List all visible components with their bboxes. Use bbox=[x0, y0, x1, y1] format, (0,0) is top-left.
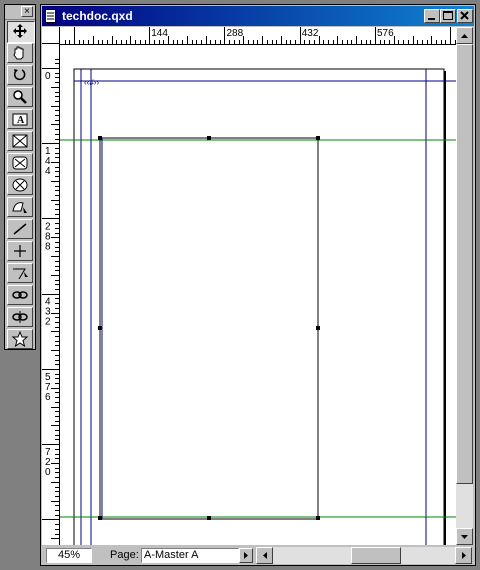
minimize-icon bbox=[428, 18, 435, 20]
rect-picture-box-icon bbox=[12, 134, 28, 148]
vertical-ruler-label: 2 bbox=[45, 317, 51, 328]
bezier-picture-box-tool-button[interactable] bbox=[7, 197, 33, 217]
horizontal-scroll-thumb[interactable] bbox=[351, 547, 401, 564]
document-icon bbox=[45, 9, 56, 23]
vertical-ruler-label: 6 bbox=[45, 392, 51, 403]
link-icon bbox=[12, 291, 28, 299]
magnifier-icon bbox=[13, 90, 27, 104]
page-label: Page: bbox=[110, 549, 139, 561]
vertical-ruler-label: 8 bbox=[45, 241, 51, 252]
vertical-scrollbar[interactable] bbox=[456, 27, 473, 545]
line-tool-button[interactable] bbox=[7, 219, 33, 239]
content-tool-button[interactable] bbox=[7, 43, 33, 63]
handle-bottom-middle[interactable] bbox=[207, 516, 211, 520]
star-icon bbox=[11, 331, 29, 347]
handle-middle-right[interactable] bbox=[316, 326, 320, 330]
document-window: techdoc.qxd 144 288 432 576 014428843257672… bbox=[40, 4, 476, 566]
horizontal-ruler[interactable]: 144 288 432 576 bbox=[60, 27, 456, 45]
rounded-picture-box-icon bbox=[12, 156, 28, 170]
horizontal-ruler-label: 576 bbox=[377, 28, 394, 39]
scroll-up-button[interactable] bbox=[456, 27, 473, 44]
scroll-down-button[interactable] bbox=[456, 528, 473, 545]
close-button[interactable] bbox=[457, 9, 473, 23]
status-bar: 45% Page: A-Master A bbox=[42, 547, 473, 564]
bezier-picture-box-icon bbox=[12, 202, 27, 213]
vertical-ruler-label: 0 bbox=[45, 467, 51, 478]
close-icon bbox=[460, 11, 469, 20]
handle-top-right[interactable] bbox=[316, 136, 320, 140]
page-layout bbox=[60, 68, 456, 545]
vertical-ruler-label: 4 bbox=[45, 166, 51, 177]
text-box-tool-button[interactable]: A bbox=[7, 109, 33, 129]
line-icon bbox=[13, 223, 27, 235]
arrow-right-icon bbox=[244, 552, 248, 559]
unlinking-tool-button[interactable] bbox=[7, 307, 33, 327]
star-tool-button[interactable] bbox=[7, 329, 33, 349]
unlink-icon bbox=[12, 311, 28, 323]
hand-icon bbox=[13, 46, 24, 60]
horizontal-ruler-label: 432 bbox=[302, 28, 319, 39]
window-title: techdoc.qxd bbox=[62, 9, 133, 23]
linking-tool-button[interactable] bbox=[7, 285, 33, 305]
horizontal-ruler-ticks: 144 288 432 576 bbox=[65, 27, 456, 44]
tools-palette: × A bbox=[4, 4, 36, 350]
zoom-tool-button[interactable] bbox=[7, 87, 33, 107]
arrow-right-icon bbox=[462, 552, 466, 559]
rotation-tool-button[interactable] bbox=[7, 65, 33, 85]
vertical-scroll-thumb[interactable] bbox=[456, 44, 473, 484]
tools-close-button[interactable]: × bbox=[21, 6, 33, 17]
orthogonal-line-tool-button[interactable] bbox=[7, 241, 33, 261]
scroll-right-button[interactable] bbox=[455, 547, 472, 564]
vertical-ruler-label: 0 bbox=[45, 71, 51, 82]
handle-bottom-right[interactable] bbox=[316, 516, 320, 520]
rounded-picture-box-tool-button[interactable] bbox=[7, 153, 33, 173]
zoom-field[interactable]: 45% bbox=[46, 548, 92, 563]
page-field[interactable]: A-Master A bbox=[141, 548, 239, 563]
maximize-button[interactable] bbox=[440, 9, 456, 23]
page-number-marker: ‹‹#›› bbox=[84, 78, 100, 87]
handle-top-left[interactable] bbox=[98, 136, 102, 140]
orthogonal-line-icon bbox=[14, 245, 26, 257]
vertical-ruler[interactable]: 0144288432576720 bbox=[42, 44, 60, 545]
bezier-line-icon bbox=[13, 268, 28, 280]
maximize-icon bbox=[443, 11, 453, 20]
ruler-origin[interactable] bbox=[42, 27, 60, 44]
arrow-down-icon bbox=[461, 535, 468, 539]
page-menu-button[interactable] bbox=[239, 548, 253, 563]
oval-picture-box-tool-button[interactable] bbox=[7, 175, 33, 195]
tools-palette-titlebar[interactable]: × bbox=[5, 5, 35, 20]
rotate-icon bbox=[13, 69, 26, 81]
scroll-left-button[interactable] bbox=[256, 547, 273, 564]
horizontal-ruler-label: 288 bbox=[226, 28, 243, 39]
document-canvas[interactable]: ‹‹#›› bbox=[60, 45, 456, 545]
horizontal-scrollbar[interactable] bbox=[256, 547, 472, 564]
move-arrows-icon bbox=[13, 24, 27, 38]
arrow-up-icon bbox=[461, 34, 468, 38]
handle-top-middle[interactable] bbox=[207, 136, 211, 140]
item-tool-button[interactable] bbox=[7, 21, 35, 43]
window-titlebar[interactable]: techdoc.qxd bbox=[42, 6, 474, 26]
handle-middle-left[interactable] bbox=[98, 326, 102, 330]
rect-picture-box-tool-button[interactable] bbox=[7, 131, 33, 151]
minimize-button[interactable] bbox=[424, 9, 440, 23]
vertical-ruler-ticks: 0144288432576720 bbox=[42, 59, 59, 539]
bezier-line-tool-button[interactable] bbox=[7, 263, 33, 283]
arrow-left-icon bbox=[263, 552, 267, 559]
oval-picture-box-icon bbox=[12, 178, 28, 192]
handle-bottom-left[interactable] bbox=[98, 516, 102, 520]
svg-text:A: A bbox=[17, 115, 25, 126]
horizontal-ruler-label: 144 bbox=[151, 28, 168, 39]
text-box-icon: A bbox=[12, 113, 28, 126]
